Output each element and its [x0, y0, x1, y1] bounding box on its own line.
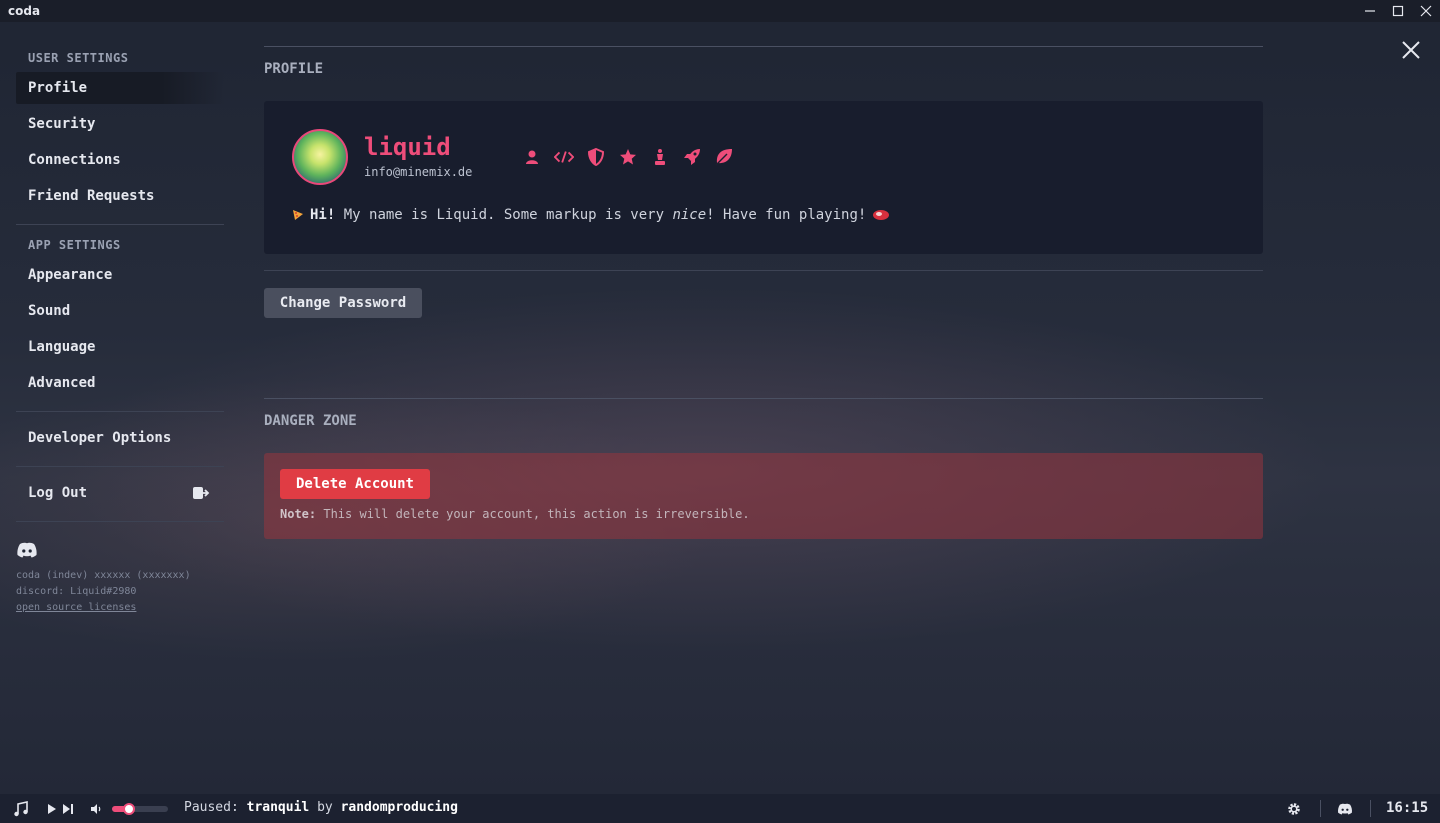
sidebar-item-sound[interactable]: Sound [16, 295, 224, 327]
discord-icon [17, 542, 37, 558]
profile-heading: PROFILE [264, 61, 324, 77]
sidebar-item-developer-options[interactable]: Developer Options [16, 422, 224, 454]
settings-content: PROFILE liquid info@minemix.de Hi! My na… [264, 46, 1263, 539]
section-divider [264, 270, 1263, 271]
profile-card: liquid info@minemix.de Hi! My name is Li… [264, 101, 1263, 254]
app-settings-label: APP SETTINGS [28, 238, 121, 252]
settings-sidebar: USER SETTINGS Profile Security Connectio… [16, 40, 224, 616]
sidebar-item-security[interactable]: Security [16, 108, 224, 140]
log-out-button[interactable]: Log Out [16, 477, 224, 509]
discord-status-icon[interactable] [1336, 801, 1354, 817]
track-artist: randomproducing [340, 800, 458, 815]
settings-gear-icon[interactable] [1286, 801, 1302, 817]
danger-zone-section: DANGER ZONE Delete Account Note: This wi… [264, 398, 1263, 539]
badge-list [522, 147, 734, 167]
avatar[interactable] [292, 129, 348, 185]
by-text: by [309, 800, 341, 815]
shield-icon [586, 147, 606, 167]
star-icon [618, 147, 638, 167]
user-icon [522, 147, 542, 167]
version-text: coda (indev) xxxxxx (xxxxxxx) [16, 570, 191, 581]
section-divider [264, 46, 1263, 47]
player-status: Paused: [184, 800, 239, 815]
bio-bold: Hi! [310, 207, 336, 223]
code-icon [554, 147, 574, 167]
now-playing: Paused: tranquil by randomproducing [184, 800, 458, 815]
minimize-button[interactable] [1356, 0, 1384, 22]
player-separator [1370, 800, 1371, 817]
title-bar: coda [0, 0, 1440, 22]
email: info@minemix.de [364, 165, 473, 179]
danger-zone-card: Delete Account Note: This will delete yo… [264, 453, 1263, 539]
leaf-icon [714, 147, 734, 167]
bio-text: My name is Liquid. Some markup is very [335, 207, 673, 223]
track-title: tranquil [246, 800, 310, 815]
pizza-icon [293, 210, 303, 220]
discord-tag-text: discord: Liquid#2980 [16, 586, 137, 597]
sidebar-item-friend-requests[interactable]: Friend Requests [16, 180, 224, 212]
volume-slider-handle[interactable] [122, 803, 135, 815]
username: liquid [364, 133, 451, 161]
play-icon[interactable] [46, 802, 58, 816]
sidebar-divider [16, 521, 224, 522]
change-password-button[interactable]: Change Password [264, 288, 422, 318]
profile-bio: Hi! My name is Liquid. Some markup is ve… [292, 207, 890, 223]
delete-note: Note: This will delete your account, thi… [280, 507, 750, 521]
rocket-icon [682, 147, 702, 167]
danger-zone-heading: DANGER ZONE [264, 413, 357, 429]
log-out-label: Log Out [28, 485, 88, 501]
sidebar-item-connections[interactable]: Connections [16, 144, 224, 176]
skip-next-icon[interactable] [62, 802, 74, 816]
close-settings-icon[interactable] [1399, 38, 1423, 62]
music-note-icon[interactable] [12, 800, 30, 818]
player-separator [1320, 800, 1321, 817]
note-label: Note: [280, 507, 317, 521]
sidebar-item-advanced[interactable]: Advanced [16, 367, 224, 399]
close-icon [1420, 5, 1432, 17]
sidebar-divider [16, 224, 224, 225]
music-player-bar: Paused: tranquil by randomproducing 16:1… [0, 794, 1440, 823]
volume-icon[interactable] [89, 802, 103, 816]
clock: 16:15 [1386, 800, 1429, 816]
note-text: This will delete your account, this acti… [316, 507, 750, 521]
close-window-button[interactable] [1412, 0, 1440, 22]
minimize-icon [1365, 10, 1375, 12]
sidebar-item-appearance[interactable]: Appearance [16, 259, 224, 291]
volume-slider[interactable] [112, 803, 168, 815]
sidebar-item-profile[interactable]: Profile [16, 72, 224, 104]
meat-icon [873, 210, 890, 220]
sidebar-divider [16, 466, 224, 467]
user-settings-label: USER SETTINGS [28, 51, 129, 65]
sidebar-divider [16, 411, 224, 412]
bio-text-end: ! Have fun playing! [706, 207, 867, 223]
maximize-icon [1392, 5, 1404, 17]
sidebar-item-language[interactable]: Language [16, 331, 224, 363]
delete-account-button[interactable]: Delete Account [280, 469, 430, 499]
window-controls [1356, 0, 1440, 22]
app-meta: coda (indev) xxxxxx (xxxxxxx) discord: L… [16, 568, 224, 616]
maximize-button[interactable] [1384, 0, 1412, 22]
window-title: coda [8, 4, 41, 18]
log-out-icon [193, 487, 210, 499]
open-source-licenses-link[interactable]: open source licenses [16, 602, 136, 613]
chess-icon [650, 147, 670, 167]
bio-italic: nice [672, 207, 707, 223]
section-divider [264, 398, 1263, 399]
